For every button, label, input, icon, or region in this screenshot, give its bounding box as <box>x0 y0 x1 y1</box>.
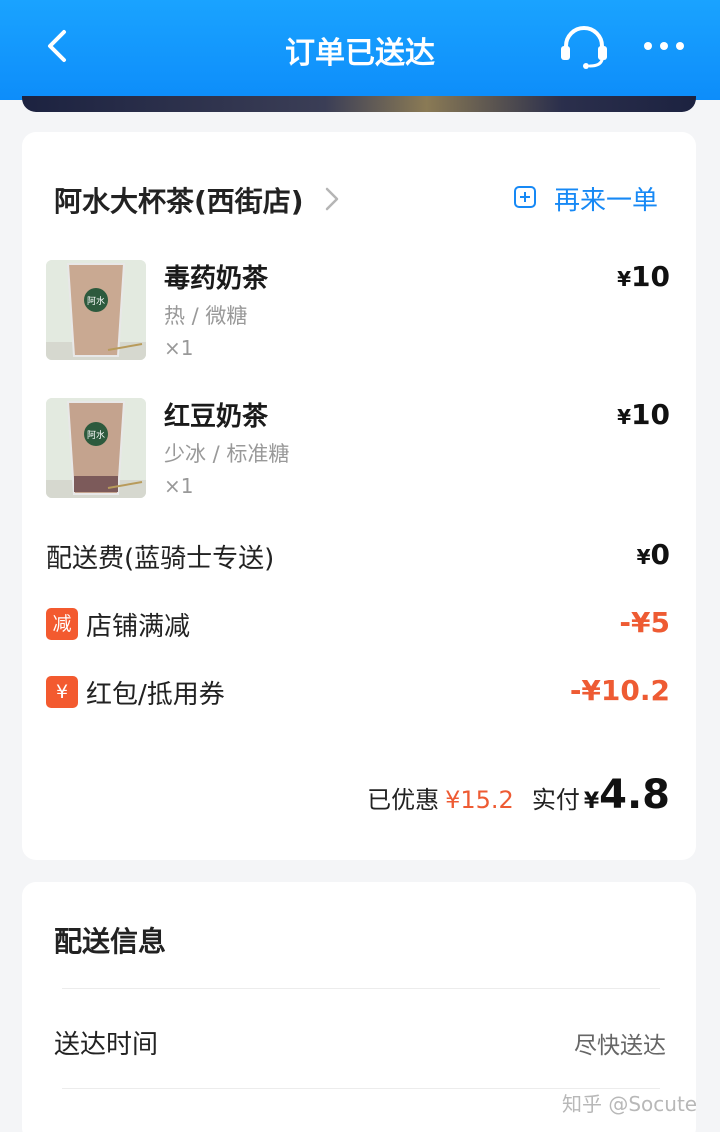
currency-symbol: ¥ <box>636 545 651 569</box>
item-quantity: ×1 <box>164 474 194 498</box>
shop-name[interactable]: 阿水大杯茶(西街店) <box>54 180 304 220</box>
plus-square-icon[interactable] <box>513 185 537 209</box>
discount-badge: 减 <box>46 608 78 640</box>
coupon-label: 红包/抵用券 <box>86 680 225 710</box>
paid-total: 4.8 <box>599 772 670 818</box>
paid-label: 实付 <box>531 786 580 814</box>
item-quantity: ×1 <box>164 336 194 360</box>
divider <box>62 988 660 989</box>
delivery-fee-label: 配送费(蓝骑士专送) <box>46 544 275 574</box>
delivery-time-label: 送达时间 <box>54 1030 159 1060</box>
coupon-badge: ¥ <box>46 676 78 708</box>
item-price: ¥10 <box>617 398 670 431</box>
order-summary: 已优惠 ¥15.2 实付 ¥ 4.8 <box>367 772 670 822</box>
reorder-button[interactable]: 再来一单 <box>554 180 658 217</box>
more-dots-icon[interactable] <box>640 34 688 58</box>
saved-label: 已优惠 <box>367 786 440 814</box>
page-title: 订单已送达 <box>285 36 435 71</box>
discount-amount: -¥5 <box>619 606 670 639</box>
delivery-time-value: 尽快送达 <box>574 1033 666 1059</box>
item-spec: 热 / 微糖 <box>164 304 248 328</box>
price-value: 10 <box>631 260 670 293</box>
item-image[interactable]: 阿水 <box>46 260 146 360</box>
fee-value: 0 <box>650 538 670 571</box>
currency-symbol: ¥ <box>617 267 632 291</box>
cup-logo-text: 阿水 <box>87 429 105 441</box>
currency-symbol: ¥ <box>583 789 600 814</box>
saved-amount: ¥15.2 <box>445 786 514 814</box>
order-card: 阿水大杯茶(西街店) 再来一单 阿水 毒药奶茶 热 / 微糖 ×1 ¥10 阿水… <box>22 132 696 860</box>
milk-tea-cup-icon: 阿水 <box>46 398 146 498</box>
item-image[interactable]: 阿水 <box>46 398 146 498</box>
cup-logo-text: 阿水 <box>87 295 105 307</box>
coupon-amount: -¥10.2 <box>569 674 670 707</box>
currency-symbol: ¥ <box>617 405 632 429</box>
chevron-right-icon[interactable] <box>322 184 342 214</box>
banner-strip <box>22 96 696 112</box>
price-value: 10 <box>631 398 670 431</box>
watermark: 知乎 @Socute <box>562 1092 698 1116</box>
item-price: ¥10 <box>617 260 670 293</box>
item-name: 红豆奶茶 <box>164 402 269 432</box>
milk-tea-cup-icon: 阿水 <box>46 260 146 360</box>
item-spec: 少冰 / 标准糖 <box>164 442 290 466</box>
delivery-fee-amount: ¥0 <box>637 538 670 571</box>
headset-icon[interactable] <box>556 22 612 72</box>
discount-label: 店铺满减 <box>86 612 191 642</box>
item-name: 毒药奶茶 <box>164 264 269 294</box>
header-bar: 订单已送达 <box>0 0 720 100</box>
section-title: 配送信息 <box>54 925 167 958</box>
